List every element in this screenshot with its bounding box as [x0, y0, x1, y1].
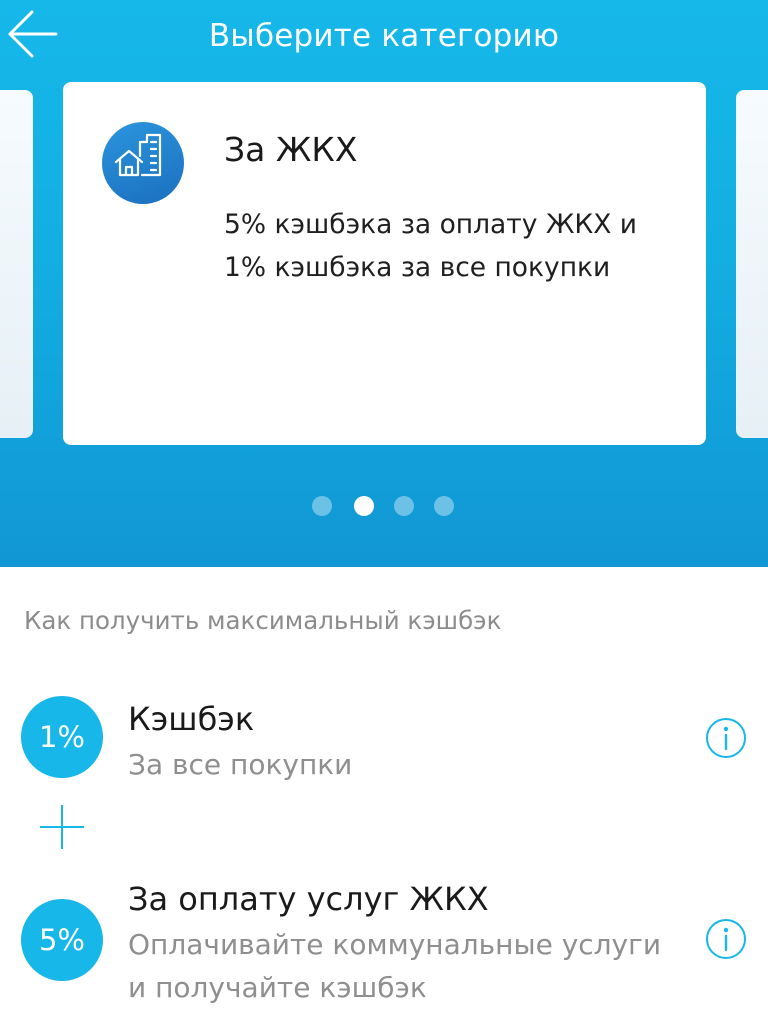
next-category-card[interactable]: [736, 90, 768, 438]
carousel-pagination: [312, 496, 458, 518]
card-description-line: 5% кэшбэка за оплату ЖКХ и: [224, 209, 637, 240]
category-carousel-section: Выберите категорию За ЖКХ 5% кэшбэка за …: [0, 0, 768, 567]
category-card-zhkh[interactable]: За ЖКХ 5% кэшбэка за оплату ЖКХ и 1% кэш…: [63, 82, 706, 445]
item-subtitle: Оплачивайте коммунальные услуги: [128, 928, 662, 961]
percent-badge: 1%: [21, 696, 103, 778]
pagination-dot-active[interactable]: [354, 496, 374, 516]
info-icon: [706, 919, 746, 959]
section-label: Как получить максимальный кэшбэк: [24, 606, 502, 635]
info-button[interactable]: [705, 717, 747, 759]
house-building-icon: [102, 122, 184, 204]
card-title: За ЖКХ: [224, 130, 358, 169]
pagination-dot[interactable]: [312, 496, 332, 516]
pagination-dot[interactable]: [434, 496, 454, 516]
card-description-line: 1% кэшбэка за все покупки: [224, 252, 611, 283]
previous-category-card[interactable]: [0, 90, 33, 438]
card-description: 5% кэшбэка за оплату ЖКХ и 1% кэшбэка за…: [224, 203, 684, 289]
pagination-dot[interactable]: [394, 496, 414, 516]
item-title: Кэшбэк: [128, 700, 255, 738]
item-subtitle: За все покупки: [128, 748, 353, 781]
item-subtitle: и получайте кэшбэк: [128, 971, 427, 1004]
item-title: За оплату услуг ЖКХ: [128, 880, 489, 918]
info-icon: [706, 718, 746, 758]
top-bar: Выберите категорию: [0, 0, 768, 80]
page-title: Выберите категорию: [208, 18, 560, 54]
plus-icon: [40, 805, 84, 849]
info-button[interactable]: [705, 918, 747, 960]
percent-badge: 5%: [21, 899, 103, 981]
